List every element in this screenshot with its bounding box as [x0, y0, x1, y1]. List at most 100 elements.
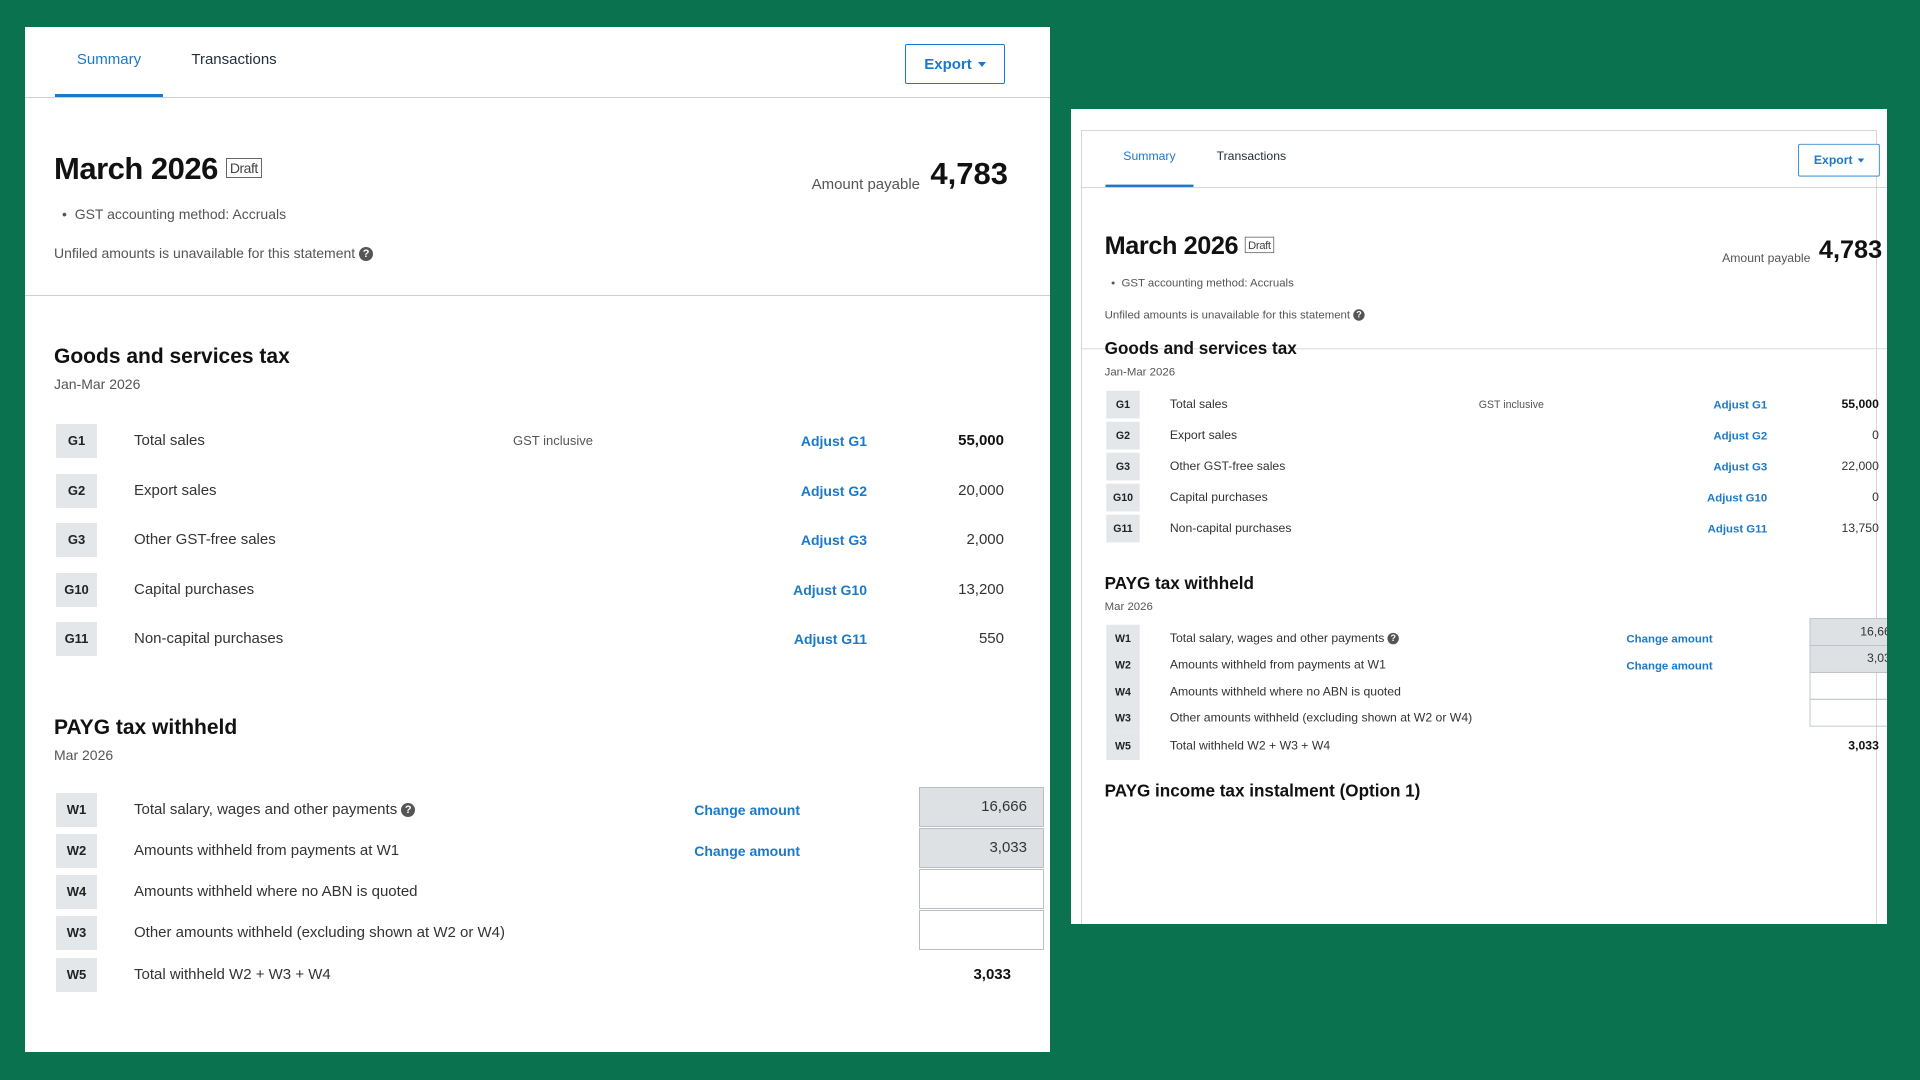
- table-row: W4 Amounts withheld where no ABN is quot…: [54, 873, 1014, 911]
- help-icon[interactable]: ?: [359, 247, 374, 262]
- payg-period: Mar 2026: [54, 747, 114, 763]
- gst-period: Jan-Mar 2026: [54, 376, 141, 392]
- row-code: W5: [56, 958, 97, 992]
- row-value: 0: [1872, 428, 1879, 443]
- tab-summary[interactable]: Summary: [55, 27, 163, 97]
- export-button[interactable]: Export: [905, 44, 1005, 84]
- w3-amount-field[interactable]: [919, 910, 1044, 950]
- help-icon[interactable]: ?: [1353, 309, 1365, 321]
- status-badge: Draft: [225, 157, 262, 178]
- table-row: G2 Export sales Adjust G2 0: [1105, 420, 1887, 451]
- gst-section: Goods and services tax Jan-Mar 2026: [1105, 339, 1297, 377]
- accounting-method: • GST accounting method: Accruals: [1111, 275, 1294, 289]
- unfiled-notice: Unfiled amounts is unavailable for this …: [54, 245, 374, 262]
- adjust-g1-link[interactable]: Adjust G1: [801, 433, 867, 449]
- row-code: G2: [56, 474, 97, 508]
- page-title: March 2026 Draft: [54, 151, 262, 187]
- row-label: Total withheld W2 + W3 + W4: [1169, 738, 1331, 753]
- w4-amount-field[interactable]: [1809, 671, 1887, 700]
- adjust-g11-link[interactable]: Adjust G11: [1708, 522, 1768, 535]
- row-code: W2: [56, 834, 97, 868]
- tab-transactions[interactable]: Transactions: [183, 27, 285, 95]
- tab-transactions[interactable]: Transactions: [1210, 130, 1293, 185]
- w3-amount-field[interactable]: [1809, 698, 1887, 727]
- w2-amount-field[interactable]: 3,033: [919, 828, 1044, 868]
- row-code: G3: [56, 523, 97, 557]
- adjust-g2-link[interactable]: Adjust G2: [801, 483, 867, 499]
- row-code: W4: [56, 875, 97, 909]
- row-value: 13,200: [958, 581, 1004, 598]
- row-label: Other amounts withheld (excluding shown …: [1169, 711, 1473, 725]
- unfiled-notice: Unfiled amounts is unavailable for this …: [1105, 308, 1365, 321]
- help-icon[interactable]: ?: [1387, 632, 1400, 645]
- row-label: Export sales: [1169, 428, 1238, 443]
- change-amount-w1-link[interactable]: Change amount: [694, 802, 800, 818]
- row-code: G1: [56, 424, 97, 458]
- adjust-g10-link[interactable]: Adjust G10: [793, 582, 867, 598]
- export-label: Export: [1813, 153, 1853, 168]
- table-row: G11 Non-capital purchases Adjust G11 550: [54, 620, 1014, 658]
- row-label: Non-capital purchases: [134, 630, 284, 647]
- row-code: G10: [56, 573, 97, 607]
- accounting-method-text: GST accounting method: Accruals: [74, 206, 287, 222]
- payg-rows: W1 Total salary, wages and other payment…: [54, 787, 1044, 1021]
- help-icon[interactable]: ?: [401, 803, 416, 818]
- row-label: Total sales: [134, 432, 205, 449]
- w1-amount-field[interactable]: 16,666: [1809, 618, 1887, 646]
- unfiled-text: Unfiled amounts is unavailable for this …: [54, 245, 356, 261]
- adjust-g3-link[interactable]: Adjust G3: [1713, 460, 1767, 473]
- table-row: W5 Total withheld W2 + W3 + W4 3,033: [54, 956, 1014, 994]
- amount-payable-value: 4,783: [1818, 235, 1883, 264]
- row-label: Capital purchases: [134, 581, 255, 598]
- payg-title: PAYG tax withheld: [1104, 574, 1254, 593]
- tab-bar: Summary Transactions Export: [1081, 130, 1887, 188]
- w2-amount-field[interactable]: 3,033: [1809, 645, 1887, 673]
- payg-title: PAYG tax withheld: [54, 716, 238, 739]
- row-label-text: Total salary, wages and other payments: [134, 801, 398, 818]
- amount-payable-label: Amount payable: [1722, 251, 1811, 266]
- row-value: 2,000: [966, 531, 1004, 548]
- payg-rows: W1 Total salary, wages and other payment…: [1105, 618, 1887, 762]
- tab-summary[interactable]: Summary: [1105, 130, 1194, 188]
- export-button[interactable]: Export: [1798, 143, 1880, 177]
- w4-amount-field[interactable]: [919, 869, 1044, 909]
- change-amount-w2-link[interactable]: Change amount: [694, 843, 800, 859]
- table-row: G2 Export sales Adjust G2 20,000: [54, 472, 1014, 510]
- table-row: G10 Capital purchases Adjust G10 0: [1105, 482, 1887, 513]
- row-label: Total withheld W2 + W3 + W4: [134, 966, 331, 983]
- row-value: 22,000: [1841, 459, 1879, 474]
- table-row: G1 Total sales GST inclusive Adjust G1 5…: [54, 422, 1014, 460]
- statement-header: March 2026 Draft • GST accounting method:…: [1081, 188, 1887, 350]
- tab-bar: Summary Transactions Export: [25, 27, 1050, 98]
- gst-title: Goods and services tax: [54, 345, 290, 368]
- w1-amount-field[interactable]: 16,666: [919, 787, 1044, 827]
- statement-content: Summary Transactions Export March 2026 Dr…: [1081, 130, 1887, 801]
- row-code: G10: [1106, 483, 1140, 512]
- adjust-g11-link[interactable]: Adjust G11: [794, 631, 867, 647]
- row-label: Capital purchases: [1169, 490, 1268, 505]
- table-row: W1 Total salary, wages and other payment…: [54, 791, 1014, 829]
- statement-panel-right: Summary Transactions Export March 2026 Dr…: [1071, 109, 1887, 924]
- adjust-g2-link[interactable]: Adjust G2: [1713, 429, 1767, 442]
- adjust-g10-link[interactable]: Adjust G10: [1707, 491, 1767, 504]
- table-row: W5 Total withheld W2 + W3 + W4 3,033: [1105, 731, 1887, 762]
- change-amount-w2-link[interactable]: Change amount: [1626, 659, 1712, 672]
- adjust-g1-link[interactable]: Adjust G1: [1713, 398, 1767, 411]
- gst-title: Goods and services tax: [1104, 339, 1297, 359]
- row-code: W5: [1106, 732, 1140, 760]
- row-label: Other GST-free sales: [1169, 459, 1286, 474]
- row-code: W1: [56, 793, 97, 827]
- gst-inclusive-note: GST inclusive: [1478, 398, 1544, 411]
- adjust-g3-link[interactable]: Adjust G3: [801, 532, 867, 548]
- status-badge: Draft: [1244, 236, 1274, 253]
- chevron-down-icon: [977, 62, 986, 68]
- row-code: W3: [1106, 704, 1140, 733]
- row-label: Amounts withheld where no ABN is quoted: [134, 883, 418, 900]
- row-label: Total sales: [1169, 397, 1228, 412]
- table-row: G1 Total sales GST inclusive Adjust G1 5…: [1105, 389, 1887, 420]
- statement-title: March 2026: [54, 151, 218, 186]
- amount-payable-value: 4,783: [930, 156, 1008, 191]
- payg-instalment-title: PAYG income tax instalment (Option 1): [1104, 782, 1421, 801]
- row-value: 20,000: [958, 482, 1004, 499]
- change-amount-w1-link[interactable]: Change amount: [1626, 632, 1712, 645]
